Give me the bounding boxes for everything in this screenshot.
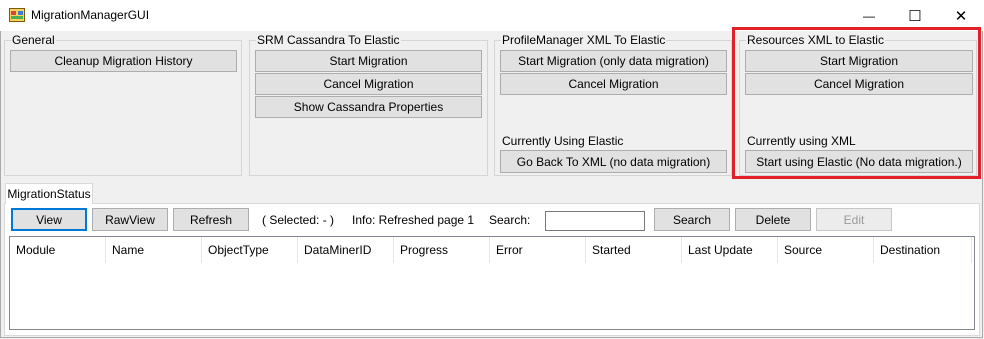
resources-group-title: Resources XML to Elastic [746, 33, 885, 47]
search-input[interactable] [545, 211, 645, 231]
tab-migration-status[interactable]: MigrationStatus [5, 183, 93, 204]
view-button[interactable]: View [11, 208, 87, 231]
rawview-button[interactable]: RawView [92, 208, 168, 231]
column-header[interactable]: DataMinerID [298, 237, 394, 263]
resources-cancel-migration-button[interactable]: Cancel Migration [745, 73, 973, 95]
profile-group-title: ProfileManager XML To Elastic [501, 33, 667, 47]
column-header[interactable]: Started [586, 237, 682, 263]
maximize-icon: ☐ [908, 7, 922, 25]
info-text: Info: Refreshed page 1 [352, 213, 475, 227]
cleanup-migration-history-button[interactable]: Cleanup Migration History [10, 50, 237, 72]
window-title: MigrationManagerGUI [31, 8, 150, 22]
column-header[interactable]: Error [490, 237, 586, 263]
column-header[interactable]: Source [778, 237, 874, 263]
minimize-icon: — [863, 8, 875, 23]
srm-cancel-migration-button[interactable]: Cancel Migration [255, 73, 482, 95]
column-header[interactable]: Module [10, 237, 106, 263]
column-header[interactable]: Progress [394, 237, 490, 263]
srm-group-title: SRM Cassandra To Elastic [256, 33, 401, 47]
edit-button: Edit [816, 208, 892, 231]
go-back-to-xml-button[interactable]: Go Back To XML (no data migration) [500, 150, 727, 173]
profile-status-text: Currently Using Elastic [502, 134, 624, 148]
tab-label: MigrationStatus [7, 187, 91, 201]
column-header[interactable]: Name [106, 237, 202, 263]
search-label: Search: [489, 213, 531, 227]
profile-cancel-migration-button[interactable]: Cancel Migration [500, 73, 727, 95]
column-header[interactable]: ObjectType [202, 237, 298, 263]
delete-button[interactable]: Delete [735, 208, 811, 231]
app-icon [9, 8, 25, 22]
general-group-title: General [11, 33, 56, 47]
selected-text: ( Selected: - ) [262, 213, 335, 227]
column-header[interactable]: Last Update [682, 237, 778, 263]
show-cassandra-properties-button[interactable]: Show Cassandra Properties [255, 96, 482, 118]
migration-status-grid[interactable]: Module Name ObjectType DataMinerID Progr… [9, 236, 975, 330]
minimize-button[interactable]: — [846, 0, 892, 31]
column-header[interactable]: Destination [874, 237, 972, 263]
close-icon: ✕ [954, 7, 968, 25]
resources-status-text: Currently using XML [747, 134, 856, 148]
refresh-button[interactable]: Refresh [173, 208, 249, 231]
close-button[interactable]: ✕ [938, 0, 984, 31]
start-using-elastic-button[interactable]: Start using Elastic (No data migration.) [745, 150, 973, 173]
maximize-button[interactable]: ☐ [892, 0, 938, 31]
search-button[interactable]: Search [654, 208, 730, 231]
grid-header: Module Name ObjectType DataMinerID Progr… [10, 237, 974, 263]
srm-start-migration-button[interactable]: Start Migration [255, 50, 482, 72]
profile-start-migration-button[interactable]: Start Migration (only data migration) [500, 50, 727, 72]
title-bar: MigrationManagerGUI — ☐ ✕ [0, 0, 984, 31]
resources-start-migration-button[interactable]: Start Migration [745, 50, 973, 72]
